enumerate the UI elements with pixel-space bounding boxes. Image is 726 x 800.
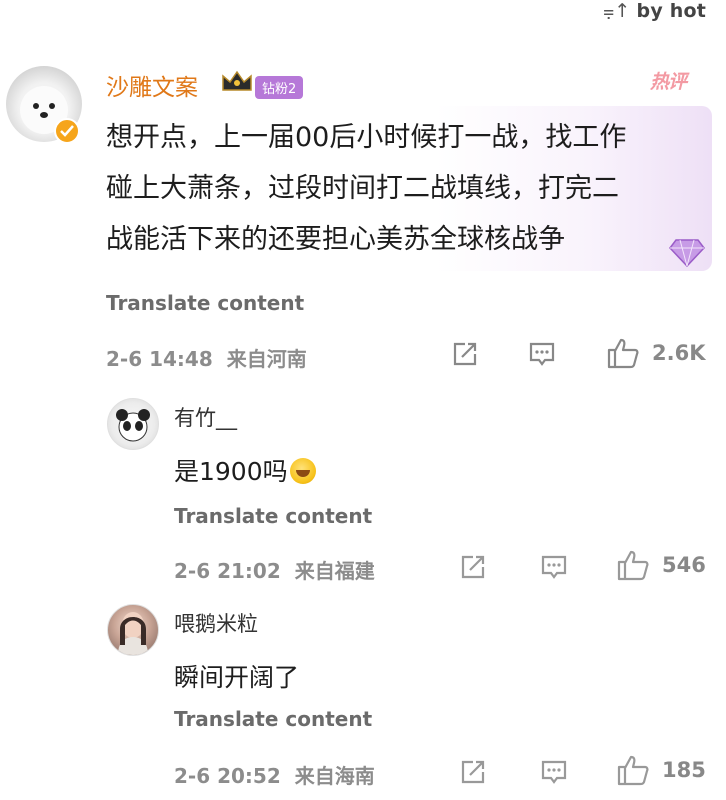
like-button[interactable]: 546 bbox=[616, 548, 706, 582]
comment-icon bbox=[529, 342, 555, 366]
crown-icon bbox=[220, 68, 254, 100]
like-button[interactable]: 2.6K bbox=[606, 336, 705, 370]
share-icon bbox=[461, 760, 485, 784]
comment-line: 碰上大萧条，过段时间打二战填线，打完二 bbox=[106, 173, 619, 204]
verified-badge-icon bbox=[54, 118, 80, 144]
sort-toggle[interactable]: ⩦↑ by hot bbox=[603, 0, 706, 22]
avatar[interactable] bbox=[107, 398, 159, 450]
hot-comment-tag: 热评 bbox=[650, 71, 687, 93]
like-count: 2.6K bbox=[652, 341, 706, 365]
comment-text: 想开点，上一届00后小时候打一战，找工作 碰上大萧条，过段时间打二战填线，打完二… bbox=[106, 112, 706, 265]
like-count: 546 bbox=[662, 553, 706, 577]
thumbs-up-icon bbox=[617, 550, 649, 581]
reply-text-content: 是1900吗 bbox=[174, 457, 288, 486]
comment-icon bbox=[541, 555, 567, 579]
comment-time: 2-6 20:52 bbox=[174, 764, 281, 788]
thumbs-up-icon bbox=[617, 755, 649, 786]
reply-button[interactable] bbox=[540, 553, 568, 585]
reply-button[interactable] bbox=[528, 340, 556, 372]
comment-line: 想开点，上一届00后小时候打一战，找工作 bbox=[106, 122, 627, 153]
diamond-icon bbox=[668, 238, 706, 272]
reply-button[interactable] bbox=[540, 758, 568, 790]
like-button[interactable]: 185 bbox=[616, 753, 706, 787]
translate-link[interactable]: Translate content bbox=[174, 504, 372, 528]
comment-location: 来自海南 bbox=[294, 764, 375, 788]
comment-icon bbox=[541, 760, 567, 784]
translate-link[interactable]: Translate content bbox=[174, 707, 372, 731]
sort-label: by hot bbox=[636, 0, 706, 22]
fan-level-badge: 钻粉2 bbox=[255, 76, 304, 99]
share-button[interactable] bbox=[459, 553, 487, 585]
share-button[interactable] bbox=[459, 758, 487, 790]
reply-text: 瞬间开阔了 bbox=[174, 663, 300, 692]
comment-meta: 2-6 20:52 来自海南 bbox=[174, 760, 375, 789]
username[interactable]: 喂鹅米粒 bbox=[174, 608, 258, 638]
like-count: 185 bbox=[662, 758, 706, 782]
avatar[interactable] bbox=[107, 604, 159, 656]
share-icon bbox=[453, 342, 477, 366]
reply-text: 是1900吗 bbox=[174, 452, 316, 488]
sort-icon: ⩦↑ bbox=[603, 0, 631, 22]
translate-link[interactable]: Translate content bbox=[106, 291, 304, 315]
comment-time: 2-6 14:48 bbox=[106, 347, 213, 371]
comment-location: 来自河南 bbox=[226, 347, 307, 371]
comment-time: 2-6 21:02 bbox=[174, 559, 281, 583]
comment-meta: 2-6 21:02 来自福建 bbox=[174, 555, 375, 584]
thumbs-up-icon bbox=[607, 338, 639, 369]
laughing-emoji-icon bbox=[289, 458, 316, 484]
comment-line: 战能活下来的还要担心美苏全球核战争 bbox=[106, 224, 565, 255]
share-icon bbox=[461, 555, 485, 579]
comment-location: 来自福建 bbox=[294, 559, 375, 583]
share-button[interactable] bbox=[451, 340, 479, 372]
comment-meta: 2-6 14:48 来自河南 bbox=[106, 343, 307, 372]
username[interactable]: 有竹__ bbox=[174, 402, 237, 432]
username[interactable]: 沙雕文案 bbox=[106, 68, 198, 102]
